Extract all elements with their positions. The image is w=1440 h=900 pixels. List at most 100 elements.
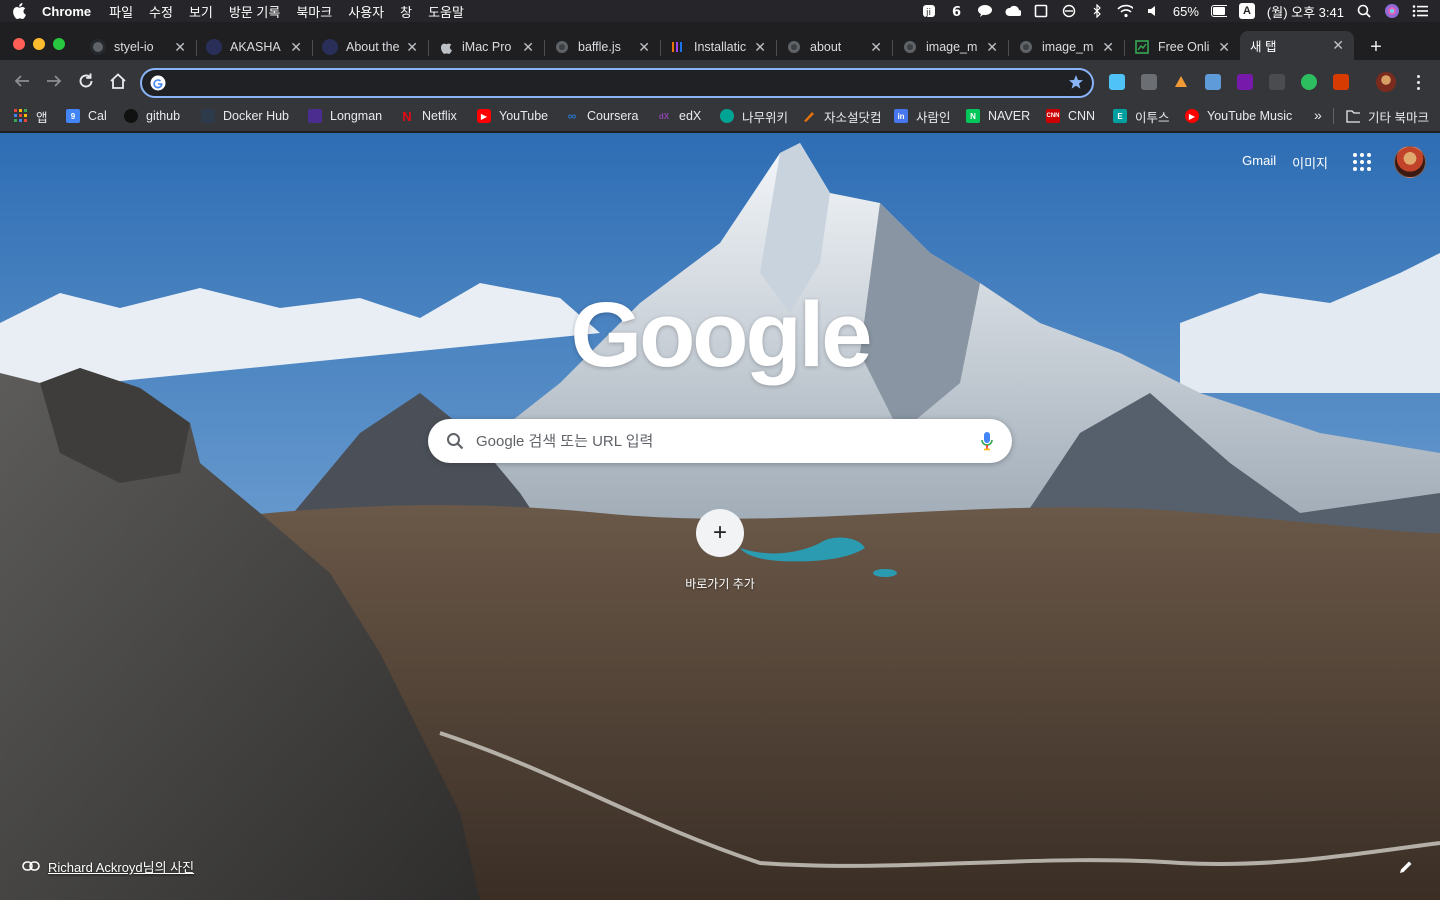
menu-bookmarks[interactable]: 북마크 (296, 2, 332, 21)
add-shortcut-plus-icon[interactable]: + (696, 509, 744, 557)
reload-icon[interactable] (76, 71, 96, 91)
menu-file[interactable]: 파일 (109, 2, 133, 21)
bookmark-saramin[interactable]: in 사람인 (894, 108, 951, 125)
battery-icon[interactable] (1210, 4, 1227, 18)
minimize-window-button[interactable] (33, 38, 45, 50)
tab-close-icon[interactable]: ✕ (754, 39, 766, 56)
tab-close-icon[interactable]: ✕ (406, 39, 418, 56)
tab-free-online[interactable]: Free Onli ✕ (1124, 33, 1240, 61)
tab-about[interactable]: about ✕ (776, 33, 892, 61)
tab-close-icon[interactable]: ✕ (1332, 37, 1344, 54)
add-shortcut-tile[interactable]: + 바로가기 추가 (672, 509, 768, 592)
bookmark-star-icon[interactable] (1068, 74, 1084, 95)
bookmark-edx[interactable]: dX edX (657, 108, 701, 124)
tab-close-icon[interactable]: ✕ (174, 39, 186, 56)
tab-image-m-1[interactable]: image_m ✕ (892, 33, 1008, 61)
bookmark-apps[interactable]: 앱 (14, 108, 48, 125)
ntp-search-input[interactable] (476, 429, 956, 453)
other-bookmarks-folder[interactable]: 기타 북마크 (1346, 108, 1429, 125)
onenote-ext-icon[interactable] (1237, 74, 1253, 90)
tab-styel-io[interactable]: styel-io ✕ (80, 33, 196, 61)
volume-icon[interactable] (1145, 4, 1161, 18)
tab-image-m-2[interactable]: image_m ✕ (1008, 33, 1124, 61)
tab-close-icon[interactable]: ✕ (1102, 39, 1114, 56)
bookmark-coursera[interactable]: ∞ Coursera (565, 108, 639, 124)
voice-search-mic-icon[interactable] (980, 431, 994, 456)
bookmark-cal[interactable]: 9 Cal (66, 108, 107, 124)
omnibox[interactable] (140, 68, 1094, 98)
bookmark-cnn[interactable]: CNN CNN (1046, 108, 1095, 124)
customize-pencil-icon[interactable] (1398, 859, 1414, 880)
six-icon[interactable]: 6 (949, 4, 965, 18)
longman-icon (308, 109, 322, 123)
input-source-icon[interactable]: A (1238, 3, 1255, 19)
images-link[interactable]: 이미지 (1292, 153, 1328, 172)
tab-baffle-js[interactable]: baffle.js ✕ (544, 33, 660, 61)
shield-ext-icon[interactable] (1269, 74, 1285, 90)
tab-close-icon[interactable]: ✕ (870, 39, 882, 56)
menu-clock[interactable]: (월) 오후 3:41 (1267, 2, 1344, 21)
notification-center-icon[interactable] (1412, 4, 1428, 18)
tab-new-tab[interactable]: 새 탭 ✕ (1240, 31, 1354, 60)
window-icon[interactable] (1033, 4, 1049, 18)
cloud-icon[interactable] (1005, 4, 1021, 18)
ipfs-ext-icon[interactable] (1173, 74, 1189, 90)
account-avatar[interactable] (1394, 146, 1426, 178)
tab-installation[interactable]: Installatic ✕ (660, 33, 776, 61)
bookmark-netflix[interactable]: N Netflix (400, 108, 456, 124)
tab-close-icon[interactable]: ✕ (638, 39, 650, 56)
bookmark-github[interactable]: github (124, 108, 180, 124)
evernote-ext-icon[interactable] (1301, 74, 1317, 90)
bookmark-namuwiki[interactable]: 나무위키 (720, 108, 788, 125)
siri-icon[interactable] (1384, 4, 1400, 18)
bookmark-label: YouTube (499, 109, 549, 123)
spotlight-search-icon[interactable] (1356, 4, 1372, 18)
chat-bubble-icon[interactable] (977, 4, 993, 18)
apple-menu-icon[interactable] (12, 3, 26, 19)
extension-ext-icon[interactable] (1141, 74, 1157, 90)
tab-close-icon[interactable]: ✕ (522, 39, 534, 56)
menu-people[interactable]: 사용자 (348, 2, 384, 21)
new-tab-plus-icon[interactable]: + (1366, 36, 1386, 59)
zoom-window-button[interactable] (53, 38, 65, 50)
window-ext-icon[interactable] (1205, 74, 1221, 90)
menu-history[interactable]: 방문 기록 (229, 2, 280, 21)
menu-view[interactable]: 보기 (189, 2, 213, 21)
forward-arrow-icon[interactable] (44, 71, 64, 91)
status-app-icon[interactable]: ji (921, 4, 937, 18)
tab-close-icon[interactable]: ✕ (1218, 39, 1230, 56)
do-not-disturb-icon[interactable] (1061, 4, 1077, 18)
home-icon[interactable] (108, 71, 128, 91)
tab-imac-pro[interactable]: iMac Pro ✕ (428, 33, 544, 61)
tab-about-the[interactable]: About the ✕ (312, 33, 428, 61)
profile-avatar[interactable] (1376, 72, 1396, 92)
bookmark-etoos[interactable]: E 이투스 (1113, 108, 1170, 125)
bluetooth-icon[interactable] (1089, 4, 1105, 18)
bookmark-youtube-music[interactable]: ▶ YouTube Music (1185, 108, 1292, 124)
google-apps-grid-icon[interactable] (1353, 153, 1371, 171)
cloud-ext-icon[interactable] (1109, 74, 1125, 90)
app-name-menu[interactable]: Chrome (42, 4, 91, 19)
bookmark-youtube[interactable]: ▶ YouTube (477, 108, 548, 124)
bookmark-docker-hub[interactable]: Docker Hub (201, 108, 289, 124)
close-window-button[interactable] (13, 38, 25, 50)
gmail-link[interactable]: Gmail (1242, 153, 1276, 172)
bookmark-longman[interactable]: Longman (308, 108, 382, 124)
bookmark-jasoseol[interactable]: 자소설닷컴 (802, 108, 882, 125)
omnibox-input[interactable] (174, 72, 1054, 94)
wifi-icon[interactable] (1117, 4, 1133, 18)
ntp-search-box[interactable] (428, 419, 1012, 463)
back-arrow-icon[interactable] (12, 71, 32, 91)
tab-close-icon[interactable]: ✕ (986, 39, 998, 56)
photo-credit-link[interactable]: Richard Ackroyd님의 사진 (22, 857, 194, 876)
tab-close-icon[interactable]: ✕ (290, 39, 302, 56)
menu-help[interactable]: 도움말 (428, 2, 464, 21)
tab-akasha[interactable]: AKASHA ✕ (196, 33, 312, 61)
menu-window[interactable]: 창 (400, 2, 412, 21)
office-ext-icon[interactable] (1333, 74, 1349, 90)
chrome-menu-icon[interactable] (1410, 72, 1426, 92)
chart-icon (1134, 39, 1150, 55)
menu-edit[interactable]: 수정 (149, 2, 173, 21)
bookmark-naver[interactable]: N NAVER (966, 108, 1030, 124)
bookmarks-overflow-chevron-icon[interactable]: » (1314, 107, 1322, 123)
